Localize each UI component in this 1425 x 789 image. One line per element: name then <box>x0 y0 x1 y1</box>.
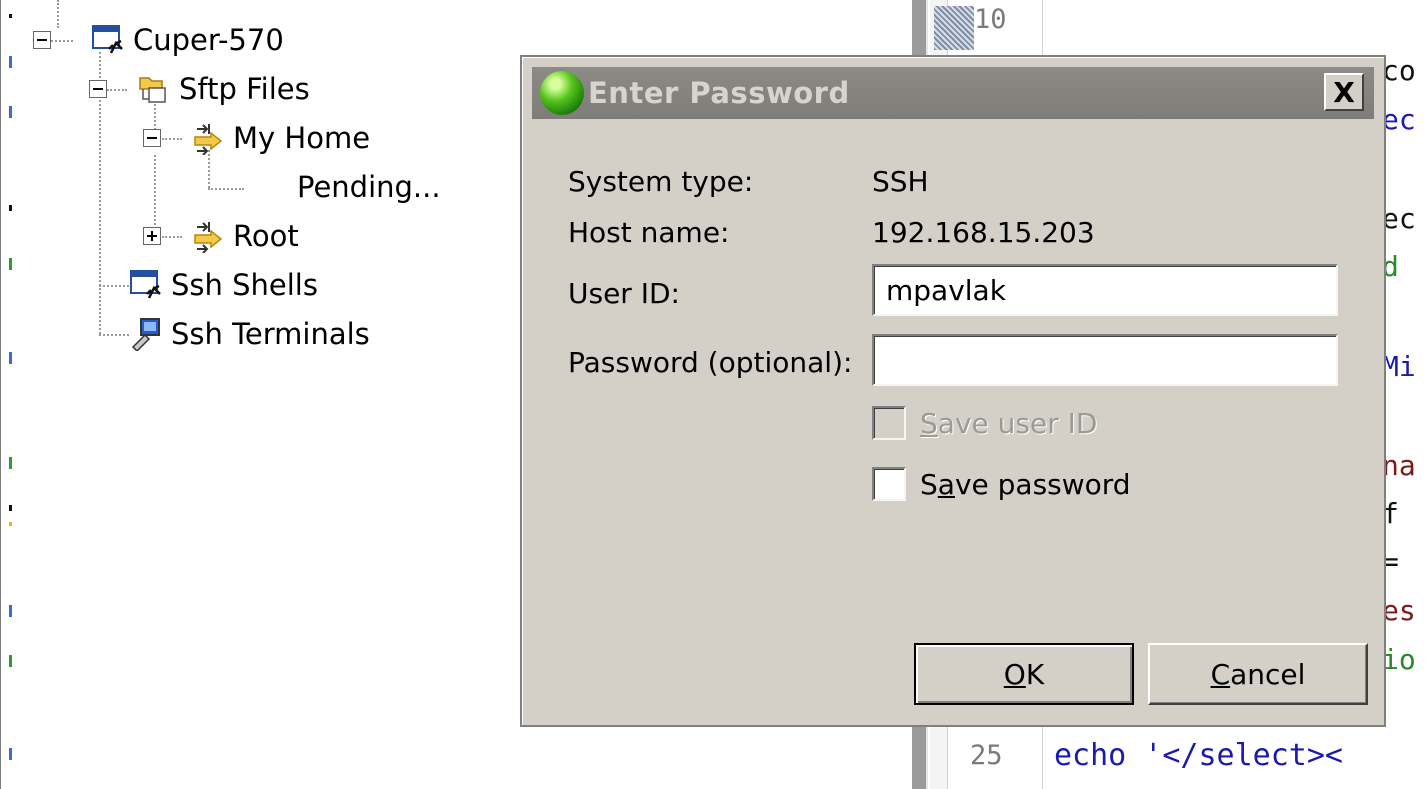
system-type-label: System type: <box>568 165 754 198</box>
ok-button[interactable]: OK <box>914 643 1134 705</box>
tree-item-ssh-shells[interactable]: Ssh Shells <box>129 262 318 308</box>
tree-item-root[interactable]: Root <box>143 213 299 259</box>
user-id-field[interactable] <box>872 264 1338 316</box>
tree-item-label: Pending... <box>297 170 441 204</box>
checkbox-box[interactable] <box>872 406 906 440</box>
tree-item-label: Ssh Shells <box>171 268 318 302</box>
host-name-value: 192.168.15.203 <box>872 216 1095 249</box>
system-type-value: SSH <box>872 165 929 198</box>
code-fragment: Mi <box>1382 350 1416 383</box>
shell-window-icon <box>130 270 161 299</box>
code-line: echo '</select>< <box>1054 738 1343 773</box>
line-number: 10 <box>974 4 1007 35</box>
collapse-icon[interactable] <box>89 80 107 98</box>
dialog-title: Enter Password <box>588 76 850 110</box>
code-fragment: na <box>1382 449 1416 482</box>
save-password-checkbox[interactable]: Save password <box>872 467 1131 501</box>
filter-arrow-icon <box>194 124 223 155</box>
tree-item-pending: Pending... <box>297 164 441 210</box>
connection-status-icon <box>540 71 584 115</box>
tree-item-label: My Home <box>233 121 371 155</box>
collapse-icon[interactable] <box>33 31 51 49</box>
password-label: Password (optional): <box>568 346 853 379</box>
password-field[interactable] <box>872 334 1338 386</box>
line-number: 25 <box>970 740 1003 771</box>
cancel-button[interactable]: Cancel <box>1148 643 1368 705</box>
problem-markers <box>9 0 15 789</box>
collapse-icon[interactable] <box>143 129 161 147</box>
save-user-id-label: Save user ID <box>920 406 1098 440</box>
checkbox-box[interactable] <box>872 467 906 501</box>
terminal-icon <box>131 318 160 351</box>
code-fragment: io <box>1382 643 1416 676</box>
host-name-label: Host name: <box>568 216 730 249</box>
close-icon: X <box>1333 75 1355 109</box>
user-id-label: User ID: <box>568 277 680 310</box>
code-fragment: ec <box>1382 103 1416 136</box>
dialog-titlebar[interactable]: Enter Password X <box>532 67 1374 119</box>
close-button[interactable]: X <box>1324 73 1364 111</box>
save-password-label: Save password <box>920 467 1131 501</box>
code-fragment: es <box>1382 594 1416 627</box>
tree-item-label: Root <box>233 219 299 253</box>
tree-item-label: Sftp Files <box>179 72 310 106</box>
cancel-button-label: Cancel <box>1210 657 1306 691</box>
ok-button-label: OK <box>1003 657 1045 691</box>
shell-window-icon <box>92 25 123 54</box>
enter-password-dialog: Enter Password X System type: SSH Host n… <box>520 55 1386 727</box>
tree-item-ssh-terminals[interactable]: Ssh Terminals <box>129 311 370 357</box>
code-fragment: ec <box>1382 202 1416 235</box>
tree-item-cuper-570[interactable]: Cuper-570 <box>33 17 284 63</box>
save-user-id-checkbox[interactable]: Save user ID <box>872 406 1097 440</box>
filter-arrow-icon <box>194 222 223 253</box>
folder-files-icon <box>139 77 166 103</box>
tree-item-my-home[interactable]: My Home <box>143 115 370 161</box>
tree-item-label: Cuper-570 <box>133 23 284 57</box>
selection-marker <box>934 6 974 50</box>
code-fragment: co <box>1382 54 1416 87</box>
expand-icon[interactable] <box>143 227 161 245</box>
tree-item-label: Ssh Terminals <box>171 317 370 351</box>
tree-item-sftp-files[interactable]: Sftp Files <box>89 66 310 112</box>
